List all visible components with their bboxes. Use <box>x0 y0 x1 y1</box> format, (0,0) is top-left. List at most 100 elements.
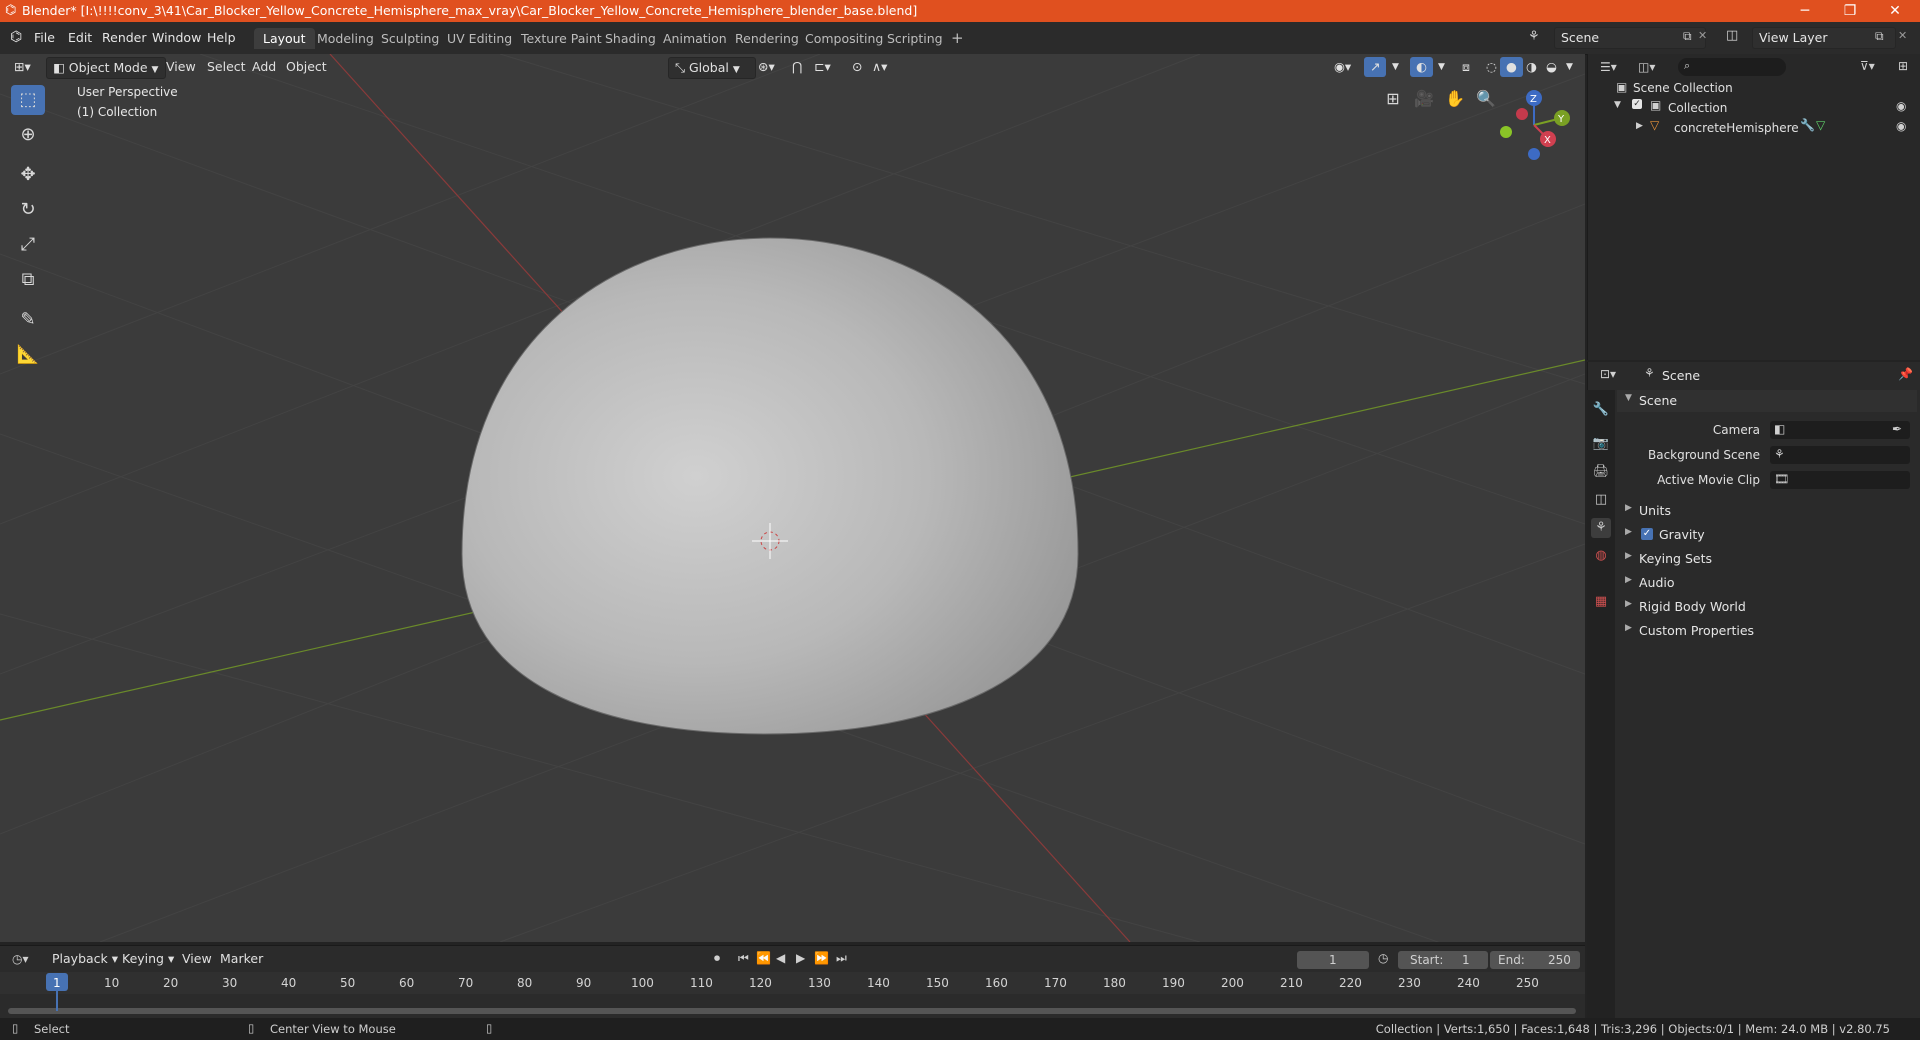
menu-object[interactable]: Object <box>280 57 333 77</box>
3d-viewport[interactable] <box>0 54 1585 942</box>
start-frame-field[interactable]: Start: 1 <box>1398 951 1488 969</box>
select-box-tool[interactable]: ⬚ <box>11 85 45 115</box>
chevron-down-icon[interactable]: ▼ <box>1386 57 1405 77</box>
eye-icon[interactable]: ◉ <box>1896 119 1906 133</box>
menu-marker[interactable]: Marker <box>214 949 269 969</box>
outliner-search-field[interactable]: ⌕ <box>1678 58 1786 76</box>
menu-playback[interactable]: Playback ▾ <box>46 949 124 969</box>
xray-icon[interactable]: ⧈ <box>1456 57 1476 77</box>
transform-tool[interactable]: ⧉ <box>11 265 45 295</box>
scene-collection-label[interactable]: Scene Collection <box>1633 81 1733 95</box>
object-label[interactable]: concreteHemisphere <box>1674 121 1799 135</box>
new-collection-icon[interactable]: ⊞ <box>1898 59 1908 73</box>
navigation-gizmo[interactable]: Z Y X <box>1490 84 1572 166</box>
timeline-editor-icon[interactable]: ◷▾ <box>12 952 29 966</box>
maximize-button[interactable]: ❐ <box>1827 0 1873 22</box>
copy-icon[interactable]: ⧉ <box>1683 29 1692 44</box>
eyedropper-icon[interactable]: ✒ <box>1892 422 1902 436</box>
tab-animation[interactable]: Animation <box>654 28 736 49</box>
scene-tab-icon[interactable]: ⚘ <box>1591 518 1611 538</box>
outliner-search-input[interactable] <box>1698 59 1784 75</box>
outliner-editor-icon[interactable]: ☰▾ <box>1600 60 1617 74</box>
menu-timeline-view[interactable]: View <box>176 949 218 969</box>
visibility-icon[interactable]: ◉▾ <box>1328 57 1357 77</box>
pin-icon[interactable]: 📌 <box>1898 367 1913 381</box>
tool-tab-icon[interactable]: 🔧 <box>1591 400 1611 420</box>
minimize-button[interactable]: ─ <box>1782 0 1828 22</box>
measure-tool[interactable]: 📐 <box>11 340 45 370</box>
prev-keyframe-icon[interactable]: ⏪ <box>756 951 771 965</box>
tab-layout[interactable]: Layout <box>254 28 315 49</box>
texture-tab-icon[interactable]: ▦ <box>1591 592 1611 612</box>
mesh-data-icon[interactable]: ▽ <box>1816 118 1825 132</box>
copy-icon[interactable]: ⧉ <box>1875 29 1884 44</box>
menu-add[interactable]: Add <box>246 57 282 77</box>
active-movie-clip-field[interactable]: 🎞 <box>1770 471 1910 489</box>
collection-label[interactable]: Collection <box>1668 101 1727 115</box>
annotate-tool[interactable]: ✎ <box>11 305 45 335</box>
panel-custom-properties[interactable]: ▶ Custom Properties <box>1617 620 1917 642</box>
properties-editor-icon[interactable]: ⊡▾ <box>1600 367 1616 381</box>
world-tab-icon[interactable]: ◍ <box>1591 546 1611 566</box>
menu-select[interactable]: Select <box>201 57 252 77</box>
panel-scene-header[interactable]: ▼ Scene <box>1617 390 1917 412</box>
menu-render[interactable]: Render <box>102 30 147 45</box>
falloff-icon[interactable]: ∧▾ <box>866 57 893 77</box>
menu-help[interactable]: Help <box>207 30 236 45</box>
panel-rigid-body-world[interactable]: ▶ Rigid Body World <box>1617 596 1917 618</box>
disclosure-triangle-icon[interactable]: ▶ <box>1636 121 1643 131</box>
play-reverse-icon[interactable]: ◀ <box>776 951 785 965</box>
tab-scripting[interactable]: Scripting <box>878 28 952 49</box>
timeline-scrollbar[interactable] <box>8 1008 1576 1014</box>
checkbox-icon[interactable]: ✓ <box>1632 99 1642 109</box>
end-frame-field[interactable]: End: 250 <box>1490 951 1580 969</box>
scale-tool[interactable]: ⤢ <box>11 230 45 260</box>
tab-uv-editing[interactable]: UV Editing <box>438 28 521 49</box>
close-icon[interactable]: ✕ <box>1898 29 1907 42</box>
chevron-down-icon[interactable]: ▼ <box>1560 57 1579 77</box>
record-icon[interactable]: ⏺ <box>714 951 720 966</box>
close-icon[interactable]: ✕ <box>1698 29 1707 42</box>
clock-icon[interactable]: ◷ <box>1378 951 1388 965</box>
tab-sculpting[interactable]: Sculpting <box>372 28 448 49</box>
eye-icon[interactable]: ◉ <box>1896 99 1906 113</box>
panel-units[interactable]: ▶ Units <box>1617 500 1917 522</box>
snap-target-icon[interactable]: ⊏▾ <box>808 57 837 77</box>
scene-selector[interactable]: Scene ⧉ <box>1554 27 1706 49</box>
menu-window[interactable]: Window <box>152 30 201 45</box>
gravity-checkbox[interactable]: ✓ <box>1641 528 1653 540</box>
menu-keying[interactable]: Keying ▾ <box>116 949 180 969</box>
panel-keying-sets[interactable]: ▶ Keying Sets <box>1617 548 1917 570</box>
play-icon[interactable]: ▶ <box>796 951 805 965</box>
display-mode-icon[interactable]: ◫▾ <box>1638 60 1655 74</box>
toggle-grid-icon[interactable]: ⊞ <box>1380 86 1406 112</box>
current-frame-field[interactable]: 1 <box>1297 951 1369 969</box>
editor-type-icon[interactable]: ⊞▾ <box>8 57 37 77</box>
jump-end-icon[interactable]: ⏭ <box>836 951 847 966</box>
camera-view-icon[interactable]: 🎥 <box>1411 86 1437 112</box>
pan-hand-icon[interactable]: ✋ <box>1442 86 1468 112</box>
panel-audio[interactable]: ▶ Audio <box>1617 572 1917 594</box>
view-layer-tab-icon[interactable]: ◫ <box>1591 490 1611 510</box>
gizmo-icon[interactable]: ↗ <box>1364 57 1387 77</box>
chevron-down-icon[interactable]: ▼ <box>1432 57 1451 77</box>
filter-icon[interactable]: ⊽▾ <box>1860 59 1875 73</box>
camera-field[interactable]: ◧ ✒ <box>1770 421 1910 439</box>
move-tool[interactable]: ✥ <box>11 160 45 190</box>
menu-view[interactable]: View <box>160 57 202 77</box>
next-keyframe-icon[interactable]: ⏩ <box>814 951 829 965</box>
jump-start-icon[interactable]: ⏮ <box>738 951 749 966</box>
view-layer-selector[interactable]: View Layer ⧉ <box>1752 27 1896 49</box>
close-button[interactable]: ✕ <box>1872 0 1918 22</box>
modifier-wrench-icon[interactable]: 🔧 <box>1800 118 1815 132</box>
snap-icon[interactable]: ⋂ <box>786 57 808 77</box>
background-scene-field[interactable]: ⚘ <box>1770 446 1910 464</box>
panel-gravity[interactable]: ▶ ✓ Gravity <box>1617 524 1917 546</box>
transform-orientation[interactable]: ⤡ Global ▼ <box>668 57 756 79</box>
pivot-icon[interactable]: ⊛▾ <box>752 57 781 77</box>
overlays-icon[interactable]: ◐ <box>1410 57 1433 77</box>
add-workspace-button[interactable]: + <box>942 28 973 49</box>
blender-menu-icon[interactable]: ⌬ <box>10 29 22 45</box>
cursor-tool[interactable]: ⊕ <box>11 120 45 150</box>
rotate-tool[interactable]: ↻ <box>11 195 45 225</box>
